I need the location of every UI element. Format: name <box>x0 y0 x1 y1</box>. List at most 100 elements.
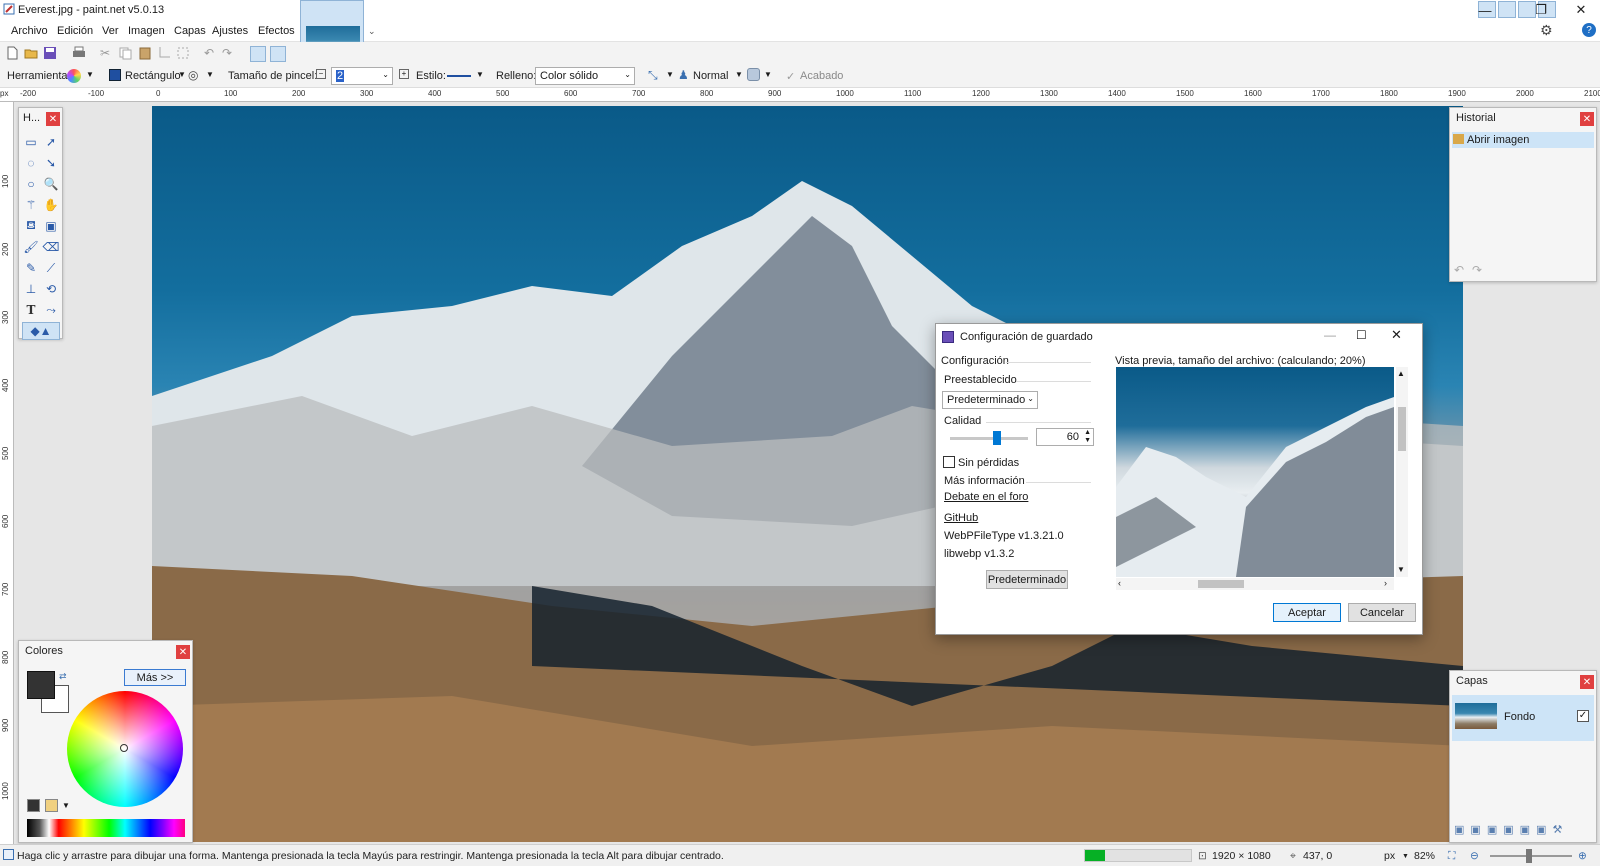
menu-ajustes[interactable]: Ajustes <box>212 25 248 37</box>
preview-horizontal-scrollbar[interactable]: ‹ › <box>1116 578 1394 590</box>
chevron-down-icon[interactable]: ▼ <box>1402 853 1409 860</box>
restore-button[interactable]: ❐ <box>1526 0 1556 20</box>
primary-color-swatch-front[interactable] <box>27 671 55 699</box>
color-wheel[interactable] <box>67 691 183 807</box>
spinner-icon[interactable]: ▲ ▼ <box>1084 429 1091 445</box>
antialias-icon[interactable]: ⤡ <box>648 68 658 83</box>
menu-capas[interactable]: Capas <box>174 25 206 37</box>
zoom-value[interactable]: 82% <box>1414 850 1435 862</box>
pan-hand-icon[interactable]: ✋ <box>42 196 60 214</box>
line-curve-icon[interactable]: ⤳ <box>42 301 60 319</box>
zoom-fit-icon[interactable]: ⛶ <box>1448 850 1455 863</box>
layer-visibility-checkbox[interactable]: ✓ <box>1577 710 1589 722</box>
shape-tool-icon[interactable] <box>67 69 81 83</box>
zoom-slider[interactable] <box>1490 849 1572 863</box>
chevron-down-icon[interactable]: ▼ <box>666 70 674 79</box>
github-link[interactable]: GitHub <box>944 512 978 524</box>
units-select[interactable]: px <box>1384 850 1395 862</box>
accept-button[interactable]: Aceptar <box>1273 603 1341 622</box>
palette-menu-icon[interactable] <box>27 799 40 812</box>
chevron-down-icon[interactable]: ▼ <box>178 70 186 79</box>
scroll-left-icon[interactable]: ‹ <box>1118 578 1121 588</box>
scroll-up-icon[interactable]: ▲ <box>1397 369 1405 378</box>
chevron-down-icon[interactable]: ▼ <box>764 70 772 79</box>
pencil-icon[interactable]: ✎ <box>22 259 40 277</box>
chevron-down-icon[interactable]: ▼ <box>206 70 214 79</box>
close-layers-panel-button[interactable]: ✕ <box>1580 675 1594 689</box>
quality-slider-track[interactable] <box>950 431 1028 445</box>
palette-add-icon[interactable] <box>45 799 58 812</box>
text-tool-icon[interactable]: T <box>22 301 40 319</box>
eraser-icon[interactable]: ⌫ <box>42 238 60 256</box>
close-tools-panel-button[interactable]: ✕ <box>46 112 60 126</box>
horizontal-scroll-thumb[interactable] <box>1198 580 1244 588</box>
zoom-icon[interactable]: 🔍 <box>42 175 60 193</box>
cancel-button[interactable]: Cancelar <box>1348 603 1416 622</box>
save-icon[interactable] <box>43 46 57 60</box>
brush-size-input[interactable]: 2 ⌄ <box>331 67 393 85</box>
scroll-down-icon[interactable]: ▼ <box>1397 565 1405 574</box>
vertical-scroll-thumb[interactable] <box>1398 407 1406 451</box>
paintbrush-icon[interactable]: 🖌 <box>22 238 40 256</box>
move-selected-icon[interactable]: ➘ <box>42 154 60 172</box>
chevron-down-icon[interactable]: ⌄ <box>368 26 376 37</box>
gradient-icon[interactable]: ▣ <box>42 217 60 235</box>
history-panel-toggle-icon[interactable] <box>1498 1 1516 18</box>
finish-check-icon[interactable]: ✓ <box>786 70 795 83</box>
new-file-icon[interactable] <box>5 46 19 60</box>
delete-layer-icon[interactable]: ▣ <box>1470 823 1480 836</box>
blend-mode-value[interactable]: Normal <box>693 70 728 82</box>
more-colors-button[interactable]: Más >> <box>124 669 186 686</box>
layer-row[interactable]: Fondo ✓ <box>1452 695 1594 741</box>
lossless-checkbox[interactable] <box>943 456 955 468</box>
quality-slider-thumb[interactable] <box>992 431 1001 445</box>
chevron-down-icon[interactable]: ▼ <box>62 801 70 810</box>
settings-gear-icon[interactable]: ⚙ <box>1540 22 1553 39</box>
selection-quality-icon[interactable] <box>747 68 760 81</box>
zoom-in-icon[interactable]: ⊕ <box>1578 850 1587 862</box>
close-history-panel-button[interactable]: ✕ <box>1580 112 1594 126</box>
copy-icon[interactable] <box>118 46 132 60</box>
move-layer-up-icon[interactable]: ▣ <box>1520 823 1530 836</box>
grid-toggle-icon[interactable] <box>250 46 266 62</box>
crop-icon[interactable] <box>157 46 171 60</box>
default-button[interactable]: Predeterminado <box>986 570 1068 589</box>
menu-ver[interactable]: Ver <box>102 25 119 37</box>
draw-mode-icon[interactable]: ◎ <box>188 68 198 82</box>
recolor-icon[interactable]: ⟲ <box>42 280 60 298</box>
chevron-down-icon[interactable]: ▼ <box>476 70 484 79</box>
cut-icon[interactable]: ✂ <box>100 46 114 60</box>
shape-type-label[interactable]: Rectángulo <box>125 70 181 82</box>
move-layer-down-icon[interactable]: ▣ <box>1536 823 1546 836</box>
undo-icon[interactable]: ↶ <box>204 46 218 60</box>
layer-properties-icon[interactable]: ⚒ <box>1552 823 1562 836</box>
preview-vertical-scrollbar[interactable]: ▲ ▼ <box>1396 367 1408 577</box>
color-wheel-cursor[interactable] <box>120 744 128 752</box>
chevron-down-icon[interactable]: ▼ <box>735 70 743 79</box>
menu-efectos[interactable]: Efectos <box>258 25 295 37</box>
chevron-down-icon[interactable]: ▼ <box>86 70 94 79</box>
paste-icon[interactable] <box>138 46 152 60</box>
history-item[interactable]: Abrir imagen <box>1452 132 1594 148</box>
minimize-button[interactable]: — <box>1324 328 1336 342</box>
undo-icon[interactable]: ↶ <box>1454 263 1464 277</box>
menu-archivo[interactable]: Archivo <box>11 25 48 37</box>
finish-label[interactable]: Acabado <box>800 70 843 82</box>
rectangle-select-icon[interactable]: ▭ <box>22 133 40 151</box>
zoom-out-icon[interactable]: ⊖ <box>1470 850 1479 862</box>
menu-imagen[interactable]: Imagen <box>128 25 165 37</box>
ruler-toggle-icon[interactable] <box>270 46 286 62</box>
maximize-button[interactable]: ☐ <box>1356 328 1367 342</box>
preset-select[interactable]: Predeterminado ⌄ <box>942 391 1038 409</box>
ellipse-select-icon[interactable]: ○ <box>22 175 40 193</box>
move-selection-icon[interactable]: ➚ <box>42 133 60 151</box>
paint-bucket-icon[interactable]: ⛾ <box>22 217 40 235</box>
merge-layer-icon[interactable]: ▣ <box>1503 823 1513 836</box>
fill-mode-select[interactable]: Color sólido ⌄ <box>535 67 635 85</box>
open-folder-icon[interactable] <box>24 46 38 60</box>
scroll-right-icon[interactable]: › <box>1384 578 1387 588</box>
color-palette-strip[interactable] <box>27 819 185 837</box>
help-icon[interactable]: ? <box>1582 23 1596 37</box>
clone-stamp-icon[interactable]: ⊥ <box>22 280 40 298</box>
lasso-select-icon[interactable]: ◌ <box>22 154 40 172</box>
